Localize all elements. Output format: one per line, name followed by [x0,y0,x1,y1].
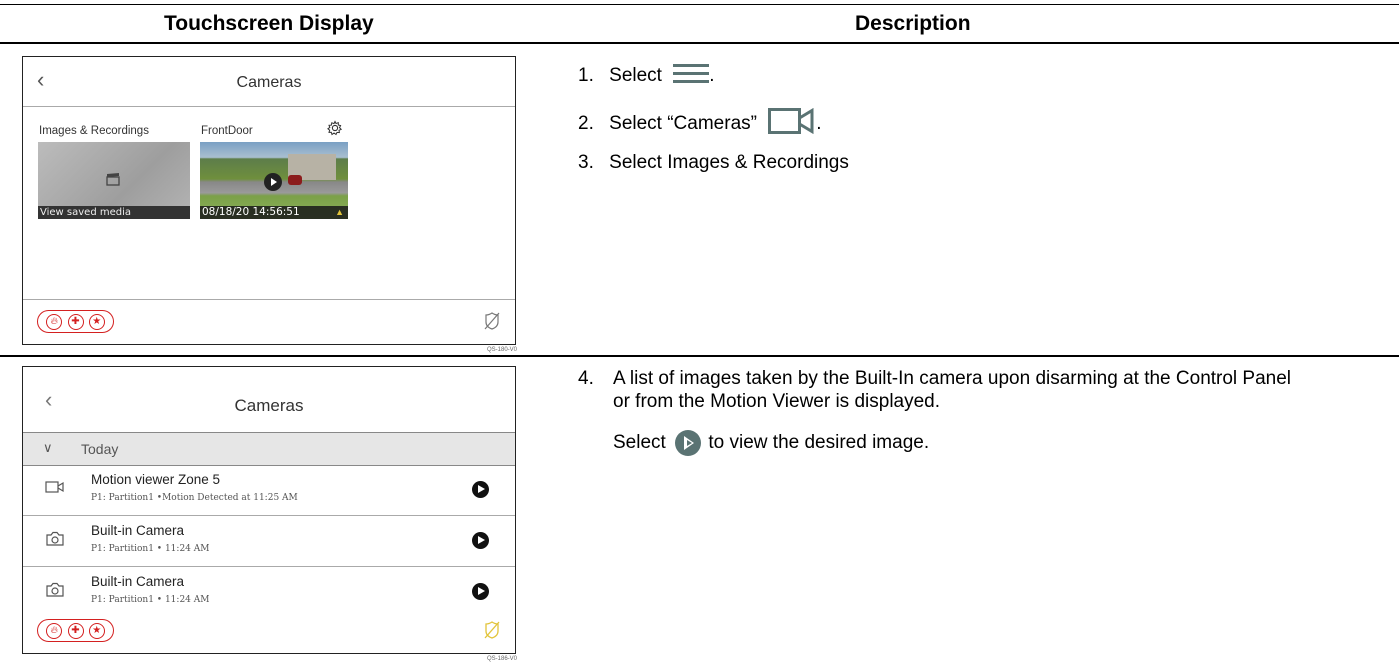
camera-icon [768,107,816,140]
row-subtitle: P1: Partition1 • 11:24 AM [91,595,210,605]
row-title: Built-in Camera [91,574,185,589]
emergency-buttons[interactable]: 🔥︎ ✚ ★ [37,619,114,642]
list-item[interactable]: Built-in Camera P1: Partition1 • 11:24 A… [23,516,515,567]
clapperboard-icon [105,172,121,191]
col1-header: Touchscreen Display [164,12,374,35]
step-4: 4. A list of images taken by the Built-I… [578,367,1308,413]
tile-label-frontdoor: FrontDoor [201,125,253,137]
col2-header: Description [855,12,971,35]
list-item[interactable]: Built-in Camera P1: Partition1 • 11:24 A… [23,567,515,617]
photo-camera-icon [45,531,65,552]
step-number: 3. [578,152,594,173]
step-text: to view the desired image. [708,432,930,454]
play-icon[interactable] [472,532,489,549]
play-icon[interactable] [264,173,282,191]
step-text: Select [609,65,662,87]
tile-label-images-recordings: Images & Recordings [39,125,149,137]
step-end: . [709,65,715,87]
row-subtitle: P1: Partition1 •Motion Detected at 11:25… [91,493,298,503]
step-number: 1. [578,65,594,87]
step-number: 4. [578,368,594,389]
tile-timestamp: 08/18/20 14:56:51 [200,206,348,219]
step-3: 3. Select Images & Recordings [578,152,849,174]
header-rule [0,42,1399,44]
images-recordings-tile[interactable]: View saved media [38,142,190,219]
title-divider [23,106,515,107]
step-text: Select [613,432,666,454]
step-text: Select Images & Recordings [609,152,849,173]
emergency-buttons[interactable]: 🔥︎ ✚ ★ [37,310,114,333]
step-text: A list of images taken by the Built-In c… [613,368,1292,412]
step-1: 1. Select . [578,62,715,90]
gear-icon[interactable] [327,120,343,136]
screen-title: Cameras [236,74,302,91]
step-text: Select “Cameras” [609,113,757,135]
video-camera-icon [45,480,65,499]
row-title: Motion viewer Zone 5 [91,472,221,487]
row-subtitle: P1: Partition1 • 11:24 AM [91,544,210,554]
mailbox-shape [288,175,302,185]
list-item[interactable]: Motion viewer Zone 5 P1: Partition1 •Mot… [23,465,515,516]
police-icon[interactable]: ★ [88,313,105,330]
menu-icon [673,62,710,90]
tile-caption: View saved media [38,206,190,219]
top-rule [0,4,1399,5]
group-label: Today [81,441,119,457]
step-2: 2. Select “Cameras” . [578,107,822,140]
footer-divider [23,299,515,300]
figure-code: QS-180-V0 [487,347,518,353]
fire-icon[interactable]: 🔥︎ [46,313,63,330]
play-icon[interactable] [472,481,489,498]
bypass-icon[interactable] [483,311,501,336]
play-icon[interactable] [472,583,489,600]
photo-camera-icon [45,582,65,603]
police-icon[interactable]: ★ [88,622,105,639]
group-header-today[interactable]: ∨ Today [23,432,515,466]
frontdoor-camera-tile[interactable]: 08/18/20 14:56:51 ▲ [200,142,348,219]
chevron-down-icon: ∨ [43,440,53,455]
touchscreen-camera-list-screen: ‹ Cameras ∨ Today Motion viewer Zone 5 P… [22,366,516,654]
step-end: . [816,113,822,135]
touchscreen-cameras-screen: ‹ Cameras Images & Recordings FrontDoor … [22,56,516,345]
figure-code: QS-186-V0 [487,656,518,662]
step-4-instruction: Select to view the desired image. [613,430,929,456]
play-button-icon [675,430,702,456]
step-number: 2. [578,113,594,135]
fire-icon[interactable]: 🔥︎ [46,622,63,639]
medical-icon[interactable]: ✚ [67,313,84,330]
row-title: Built-in Camera [91,523,185,538]
bypass-icon[interactable] [483,620,501,645]
wifi-icon: ▲ [335,207,344,217]
medical-icon[interactable]: ✚ [67,622,84,639]
middle-rule [0,355,1399,357]
screen-title: Cameras [234,396,304,415]
